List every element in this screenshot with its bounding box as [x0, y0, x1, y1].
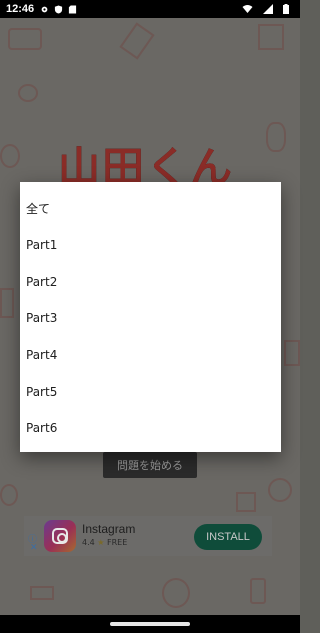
dialog-option-part3[interactable]: Part3	[20, 300, 281, 337]
doodle-dragon	[236, 492, 256, 512]
dialog-option-part5[interactable]: Part5	[20, 373, 281, 410]
ad-rating: 4.4	[82, 538, 95, 547]
doodle-cup	[30, 586, 54, 600]
battery-icon	[283, 4, 289, 14]
doodle-side-left	[0, 288, 14, 318]
ad-app-name: Instagram	[82, 522, 136, 536]
doodle-strawberry	[0, 484, 18, 506]
shield-icon	[55, 4, 63, 14]
ad-install-button[interactable]: INSTALL	[194, 524, 262, 550]
doodle-pot	[0, 144, 20, 168]
ad-rating-row: 4.4 ★ FREE	[82, 538, 127, 547]
part-selection-dialog: 全て Part1 Part2 Part3 Part4 Part5 Part6	[20, 182, 281, 452]
ad-banner[interactable]: ⓘ ✕ Instagram 4.4 ★ FREE INSTALL	[24, 516, 272, 556]
doodle-side-right	[284, 340, 300, 366]
status-bar: 12:46	[0, 0, 300, 18]
dialog-option-all[interactable]: 全て	[20, 190, 281, 227]
sd-card-icon	[69, 4, 77, 14]
doodle-bottle	[250, 578, 266, 604]
doodle-cherry	[162, 578, 190, 608]
ad-price: FREE	[107, 538, 128, 547]
doodle-hammer	[119, 22, 155, 60]
star-icon: ★	[97, 538, 105, 547]
doodle-face	[268, 478, 292, 502]
start-quiz-button[interactable]: 問題を始める	[103, 452, 197, 478]
settings-icon	[41, 6, 48, 12]
doodle-game-controller	[8, 28, 42, 50]
instagram-logo-icon	[44, 520, 76, 552]
dialog-option-part4[interactable]: Part4	[20, 337, 281, 374]
ad-close-icon[interactable]: ✕	[30, 543, 38, 553]
doodle-robot	[258, 24, 284, 50]
wifi-icon	[242, 5, 253, 13]
status-time: 12:46	[6, 3, 35, 15]
signal-icon	[263, 4, 273, 14]
doodle-cat	[266, 122, 286, 152]
doodle-heart	[18, 84, 38, 102]
dialog-option-part6[interactable]: Part6	[20, 410, 281, 447]
dialog-option-part1[interactable]: Part1	[20, 227, 281, 264]
dialog-option-part2[interactable]: Part2	[20, 263, 281, 300]
navigation-bar	[0, 615, 300, 633]
home-gesture-handle[interactable]	[110, 622, 190, 626]
